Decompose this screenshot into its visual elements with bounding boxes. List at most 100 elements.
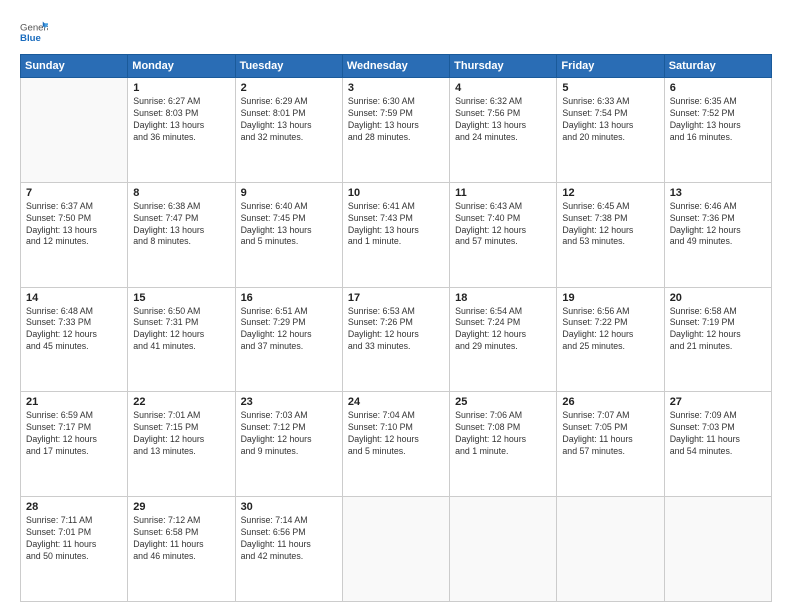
day-info: Sunrise: 6:56 AM Sunset: 7:22 PM Dayligh… [562,306,658,354]
day-info: Sunrise: 6:45 AM Sunset: 7:38 PM Dayligh… [562,201,658,249]
day-number: 30 [241,501,337,513]
weekday-header-sunday: Sunday [21,55,128,78]
calendar-cell: 3Sunrise: 6:30 AM Sunset: 7:59 PM Daylig… [342,78,449,183]
day-info: Sunrise: 7:03 AM Sunset: 7:12 PM Dayligh… [241,410,337,458]
day-number: 6 [670,82,766,94]
calendar-cell [450,497,557,602]
calendar-cell: 28 Sunrise: 7:11 AM Sunset: 7:01 PM Dayli… [21,497,128,602]
calendar-cell: 15Sunrise: 6:50 AM Sunset: 7:31 PM Dayli… [128,287,235,392]
calendar-cell: 18 Sunrise: 6:54 AM Sunset: 7:24 PM Dayli… [450,287,557,392]
day-info: Sunrise: 6:43 AM Sunset: 7:40 PM Dayligh… [455,201,551,249]
day-info: Sunrise: 7:12 AM Sunset: 6:58 PM Dayligh… [133,515,229,563]
day-info: Sunrise: 6:53 AM Sunset: 7:26 PM Dayligh… [348,306,444,354]
calendar-header-row: SundayMondayTuesdayWednesdayThursdayFrid… [21,55,772,78]
day-number: 21 [26,396,122,408]
day-number: 28 [26,501,122,513]
calendar-cell: 1 Sunrise: 6:27 AM Sunset: 8:03 PM Daylig… [128,78,235,183]
day-number: 19 [562,292,658,304]
calendar-cell: 8 Sunrise: 6:38 AM Sunset: 7:47 PM Daylig… [128,182,235,287]
calendar-cell: 21 Sunrise: 6:59 AM Sunset: 7:17 PM Dayli… [21,392,128,497]
day-info: Sunrise: 7:07 AM Sunset: 7:05 PM Dayligh… [562,410,658,458]
calendar-cell: 24Sunrise: 7:04 AM Sunset: 7:10 PM Dayli… [342,392,449,497]
day-number: 5 [562,82,658,94]
weekday-header-tuesday: Tuesday [235,55,342,78]
day-info: Sunrise: 6:37 AM Sunset: 7:50 PM Dayligh… [26,201,122,249]
calendar-cell: 9 Sunrise: 6:40 AM Sunset: 7:45 PM Daylig… [235,182,342,287]
day-number: 29 [133,501,229,513]
calendar-cell: 6 Sunrise: 6:35 AM Sunset: 7:52 PM Daylig… [664,78,771,183]
day-info: Sunrise: 7:14 AM Sunset: 6:56 PM Dayligh… [241,515,337,563]
weekday-header-saturday: Saturday [664,55,771,78]
calendar-cell: 19 Sunrise: 6:56 AM Sunset: 7:22 PM Dayli… [557,287,664,392]
day-number: 20 [670,292,766,304]
day-number: 26 [562,396,658,408]
day-info: Sunrise: 6:41 AM Sunset: 7:43 PM Dayligh… [348,201,444,249]
calendar-cell: 29 Sunrise: 7:12 AM Sunset: 6:58 PM Dayli… [128,497,235,602]
calendar-cell: 10 Sunrise: 6:41 AM Sunset: 7:43 PM Dayli… [342,182,449,287]
day-info: Sunrise: 7:06 AM Sunset: 7:08 PM Dayligh… [455,410,551,458]
day-info: Sunrise: 6:54 AM Sunset: 7:24 PM Dayligh… [455,306,551,354]
day-number: 13 [670,187,766,199]
day-info: Sunrise: 6:38 AM Sunset: 7:47 PM Dayligh… [133,201,229,249]
weekday-header-friday: Friday [557,55,664,78]
calendar-cell: 17 Sunrise: 6:53 AM Sunset: 7:26 PM Dayli… [342,287,449,392]
day-info: Sunrise: 6:51 AM Sunset: 7:29 PM Dayligh… [241,306,337,354]
calendar-cell [557,497,664,602]
calendar-cell [21,78,128,183]
day-info: Sunrise: 6:27 AM Sunset: 8:03 PM Dayligh… [133,96,229,144]
calendar-week-row: 28 Sunrise: 7:11 AM Sunset: 7:01 PM Dayli… [21,497,772,602]
calendar-cell: 4 Sunrise: 6:32 AM Sunset: 7:56 PM Daylig… [450,78,557,183]
day-info: Sunrise: 6:48 AM Sunset: 7:33 PM Dayligh… [26,306,122,354]
day-number: 8 [133,187,229,199]
calendar-week-row: 7 Sunrise: 6:37 AM Sunset: 7:50 PM Daylig… [21,182,772,287]
day-number: 16 [241,292,337,304]
calendar-cell: 12 Sunrise: 6:45 AM Sunset: 7:38 PM Dayli… [557,182,664,287]
day-number: 7 [26,187,122,199]
day-info: Sunrise: 6:32 AM Sunset: 7:56 PM Dayligh… [455,96,551,144]
day-number: 10 [348,187,444,199]
weekday-header-thursday: Thursday [450,55,557,78]
day-number: 2 [241,82,337,94]
calendar-week-row: 14Sunrise: 6:48 AM Sunset: 7:33 PM Dayli… [21,287,772,392]
calendar-cell: 2Sunrise: 6:29 AM Sunset: 8:01 PM Daylig… [235,78,342,183]
calendar-cell: 30 Sunrise: 7:14 AM Sunset: 6:56 PM Dayli… [235,497,342,602]
day-number: 17 [348,292,444,304]
day-info: Sunrise: 6:58 AM Sunset: 7:19 PM Dayligh… [670,306,766,354]
calendar-cell [342,497,449,602]
weekday-header-monday: Monday [128,55,235,78]
day-info: Sunrise: 7:09 AM Sunset: 7:03 PM Dayligh… [670,410,766,458]
day-number: 12 [562,187,658,199]
day-info: Sunrise: 6:40 AM Sunset: 7:45 PM Dayligh… [241,201,337,249]
calendar-cell: 14Sunrise: 6:48 AM Sunset: 7:33 PM Dayli… [21,287,128,392]
day-info: Sunrise: 7:04 AM Sunset: 7:10 PM Dayligh… [348,410,444,458]
logo-icon: General Blue [20,18,48,46]
calendar-week-row: 1 Sunrise: 6:27 AM Sunset: 8:03 PM Daylig… [21,78,772,183]
calendar-table: SundayMondayTuesdayWednesdayThursdayFrid… [20,54,772,602]
svg-text:Blue: Blue [20,33,41,44]
calendar-cell: 16 Sunrise: 6:51 AM Sunset: 7:29 PM Dayli… [235,287,342,392]
calendar-cell: 5 Sunrise: 6:33 AM Sunset: 7:54 PM Daylig… [557,78,664,183]
logo: General Blue [20,18,52,46]
calendar-cell [664,497,771,602]
calendar-cell: 25 Sunrise: 7:06 AM Sunset: 7:08 PM Dayli… [450,392,557,497]
day-number: 15 [133,292,229,304]
day-number: 9 [241,187,337,199]
day-info: Sunrise: 6:35 AM Sunset: 7:52 PM Dayligh… [670,96,766,144]
day-number: 27 [670,396,766,408]
day-number: 23 [241,396,337,408]
page-header: General Blue [20,18,772,46]
day-number: 11 [455,187,551,199]
day-number: 1 [133,82,229,94]
day-number: 4 [455,82,551,94]
day-info: Sunrise: 6:59 AM Sunset: 7:17 PM Dayligh… [26,410,122,458]
day-number: 22 [133,396,229,408]
day-info: Sunrise: 6:46 AM Sunset: 7:36 PM Dayligh… [670,201,766,249]
day-number: 18 [455,292,551,304]
day-number: 3 [348,82,444,94]
day-number: 25 [455,396,551,408]
day-info: Sunrise: 6:33 AM Sunset: 7:54 PM Dayligh… [562,96,658,144]
weekday-header-wednesday: Wednesday [342,55,449,78]
day-info: Sunrise: 7:01 AM Sunset: 7:15 PM Dayligh… [133,410,229,458]
calendar-cell: 26 Sunrise: 7:07 AM Sunset: 7:05 PM Dayli… [557,392,664,497]
day-info: Sunrise: 7:11 AM Sunset: 7:01 PM Dayligh… [26,515,122,563]
